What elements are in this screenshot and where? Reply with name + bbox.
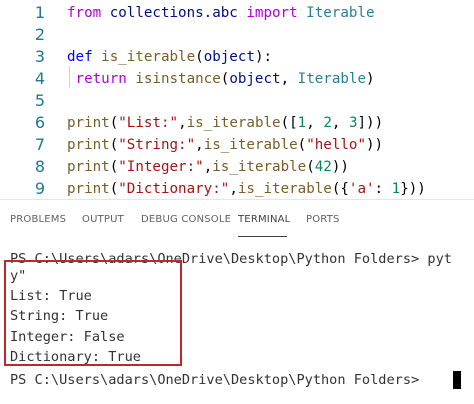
active-tab-indicator xyxy=(238,236,287,237)
code-token: is_iterable xyxy=(237,181,332,197)
code-token: isinstance xyxy=(135,71,221,87)
code-token: 2 xyxy=(323,115,332,131)
code-line[interactable]: 2 xyxy=(0,24,474,46)
code-token: ( xyxy=(195,49,204,65)
code-token: "Dictionary:" xyxy=(118,181,230,197)
indent-guide xyxy=(69,66,70,88)
code-token: object xyxy=(203,49,255,65)
code-token: , xyxy=(195,137,204,153)
code-line[interactable]: 7 print("String:",is_iterable("hello")) xyxy=(0,134,474,156)
code-token: is_iterable xyxy=(101,49,196,65)
code-token: "List:" xyxy=(118,115,179,131)
tab-debug-console[interactable]: DEBUG CONSOLE xyxy=(141,214,231,225)
line-number: 7 xyxy=(34,135,45,154)
tab-terminal[interactable]: TERMINAL xyxy=(238,214,290,225)
code-token: 3 xyxy=(348,115,358,131)
code-token: is_iterable xyxy=(186,115,281,131)
code-token: print xyxy=(67,159,110,175)
code-token: return xyxy=(67,71,127,87)
code-token: def xyxy=(67,49,93,65)
code-line[interactable]: 3 def is_iterable(object): xyxy=(0,46,474,68)
code-token: ( xyxy=(109,159,119,175)
code-token: Iterable xyxy=(297,5,375,21)
code-text: print("String:",is_iterable("hello")) xyxy=(67,134,383,156)
line-number: 9 xyxy=(34,179,45,198)
code-token: ( xyxy=(109,137,119,153)
tab-output[interactable]: OUTPUT xyxy=(82,214,124,225)
code-token: , xyxy=(203,159,213,175)
code-token: Iterable xyxy=(297,71,366,87)
code-token: ])) xyxy=(357,115,384,131)
code-token: object xyxy=(229,71,281,87)
line-number: 3 xyxy=(34,47,45,66)
output-highlight-box xyxy=(4,260,182,366)
code-text: from collections.abc import Iterable xyxy=(67,2,375,24)
code-token: "String:" xyxy=(118,137,196,153)
line-number: 2 xyxy=(34,25,45,44)
code-token: ): xyxy=(254,49,273,65)
code-token: , xyxy=(178,115,187,131)
code-text: print("List:",is_iterable([1, 2, 3])) xyxy=(67,112,383,134)
tab-ports[interactable]: PORTS xyxy=(306,214,340,225)
line-number: 5 xyxy=(34,91,45,110)
code-token: , xyxy=(280,71,298,87)
code-token: ({ xyxy=(331,181,349,197)
code-token: 'a' xyxy=(348,181,375,197)
code-token: )) xyxy=(331,159,349,175)
code-text: print("Integer:",is_iterable(42)) xyxy=(67,156,349,178)
panel-tab-bar: PROBLEMS OUTPUT DEBUG CONSOLE TERMINAL P… xyxy=(0,200,474,240)
code-token: )) xyxy=(366,137,384,153)
code-token: 1 xyxy=(391,181,401,197)
code-line[interactable]: 8 print("Integer:",is_iterable(42)) xyxy=(0,156,474,178)
line-number: 6 xyxy=(34,113,45,132)
line-number: 1 xyxy=(34,3,45,22)
code-token: "hello" xyxy=(306,137,366,153)
code-token: })) xyxy=(400,181,426,197)
code-token: , xyxy=(331,115,349,131)
code-text: return isinstance(object, Iterable) xyxy=(67,68,375,90)
code-token: 1 xyxy=(297,115,307,131)
code-token: collections.abc xyxy=(101,5,247,21)
code-token: is_iterable xyxy=(212,159,307,175)
code-token: print xyxy=(67,181,110,197)
tab-problems[interactable]: PROBLEMS xyxy=(10,214,66,225)
code-token: , xyxy=(229,181,238,197)
code-token: ( xyxy=(109,181,119,197)
code-line[interactable]: 1 from collections.abc import Iterable xyxy=(0,2,474,24)
code-token: ( xyxy=(306,159,315,175)
terminal-final-prompt: PS C:\Users\adars\OneDrive\Desktop\Pytho… xyxy=(10,372,428,388)
line-number: 4 xyxy=(34,69,45,88)
line-number: 8 xyxy=(34,157,45,176)
code-token: ) xyxy=(366,71,375,87)
code-line[interactable]: 4 return isinstance(object, Iterable) xyxy=(0,68,474,90)
code-text: def is_iterable(object): xyxy=(67,46,272,68)
code-token: ( xyxy=(109,115,119,131)
code-token: ( xyxy=(297,137,307,153)
code-line[interactable]: 6 print("List:",is_iterable([1, 2, 3])) xyxy=(0,112,474,134)
code-text: print("Dictionary:",is_iterable({'a': 1}… xyxy=(67,178,426,200)
code-token: ([ xyxy=(280,115,298,131)
code-token: print xyxy=(67,115,110,131)
terminal-cursor xyxy=(453,371,461,389)
code-line[interactable]: 9 print("Dictionary:",is_iterable({'a': 1… xyxy=(0,178,474,200)
code-token: print xyxy=(67,137,110,153)
code-token: , xyxy=(306,115,324,131)
code-line[interactable]: 5 xyxy=(0,90,474,112)
code-token: : xyxy=(374,181,392,197)
code-token: import xyxy=(246,5,298,21)
code-token: is_iterable xyxy=(203,137,298,153)
code-token: from xyxy=(67,5,102,21)
code-editor[interactable]: 1 from collections.abc import Iterable 2 3 d… xyxy=(0,0,474,199)
code-token: "Integer:" xyxy=(118,159,204,175)
code-token: 42 xyxy=(314,159,332,175)
